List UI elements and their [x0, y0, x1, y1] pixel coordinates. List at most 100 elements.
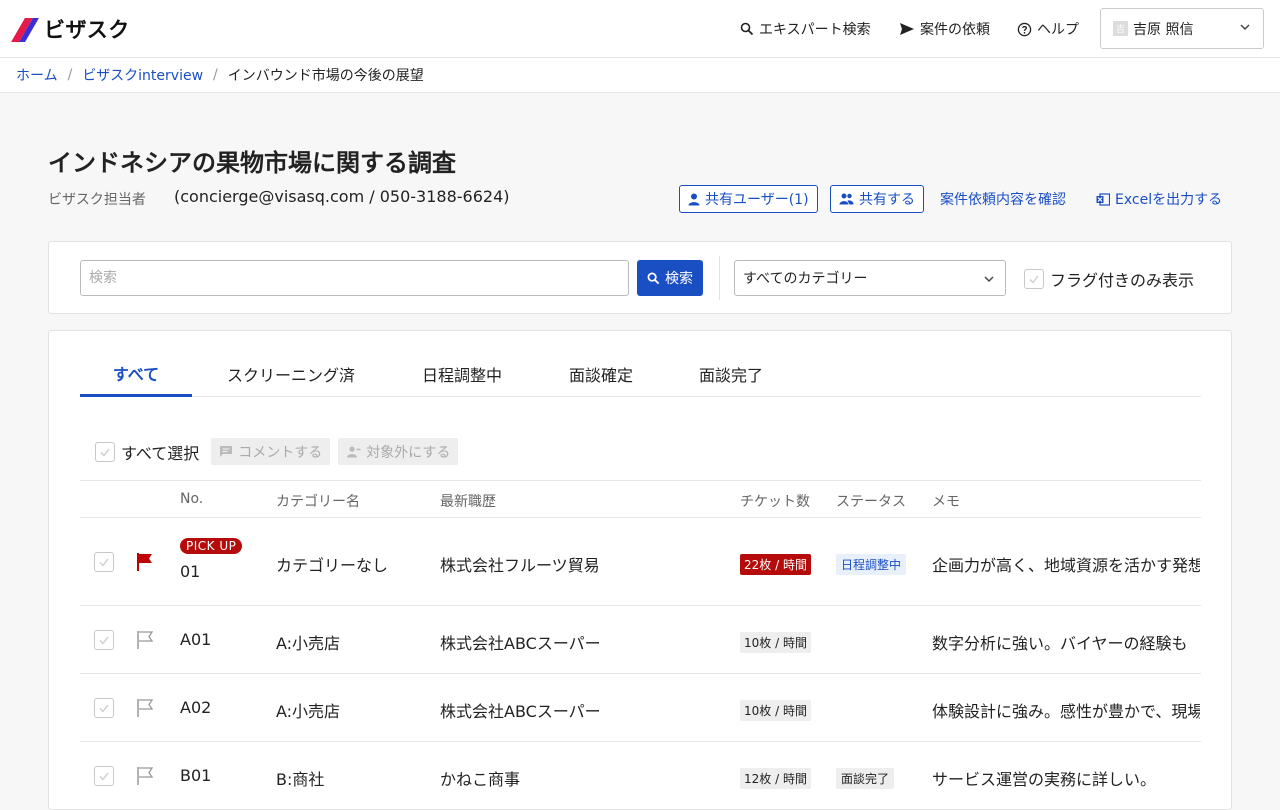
- row-checkbox[interactable]: [94, 630, 114, 650]
- flag-only-label: フラグ付きのみ表示: [1050, 271, 1195, 290]
- row-checkbox[interactable]: [94, 766, 114, 786]
- top-header: ビザスク エキスパート検索 案件の依頼 ヘルプ 吉 吉原 照信: [0, 0, 1280, 58]
- share-label: 共有する: [859, 192, 915, 208]
- ticket-badge: 10枚 / 時間: [740, 700, 811, 721]
- brand-name: ビザスク: [44, 18, 130, 42]
- category-select[interactable]: すべてのカテゴリー: [734, 260, 1006, 296]
- select-all-checkbox[interactable]: [95, 441, 115, 462]
- divider: [719, 256, 720, 300]
- pickup-badge: PICK UP: [180, 538, 243, 554]
- search-button[interactable]: 検索: [637, 260, 703, 296]
- nav-request[interactable]: 案件の依頼: [899, 0, 990, 58]
- shared-users-label: 共有ユーザー(1): [705, 192, 809, 208]
- tab-scheduling[interactable]: 日程調整中: [411, 351, 513, 397]
- export-excel-link[interactable]: Excelを出力する: [1096, 185, 1222, 213]
- check-icon: [100, 448, 110, 457]
- search-icon: [647, 272, 660, 284]
- breadcrumb-section[interactable]: ビザスクinterview: [82, 65, 203, 85]
- chevron-down-icon: [984, 276, 994, 283]
- page-title: インドネシアの果物市場に関する調査: [48, 149, 456, 177]
- ticket-badge: 22枚 / 時間: [740, 554, 811, 575]
- table-row[interactable]: PICK UP 01 カテゴリーなし 株式会社フルーツ貿易 22枚 / 時間 日…: [80, 518, 1201, 606]
- column-memo: メモ: [932, 494, 960, 510]
- row-position: 株式会社フルーツ貿易: [440, 556, 600, 575]
- breadcrumb-current: インバウンド市場の今後の展望: [227, 68, 424, 84]
- nav-request-label: 案件の依頼: [920, 22, 990, 38]
- status-tabs: すべて スクリーニング済 日程調整中 面談確定 面談完了: [80, 351, 1201, 397]
- column-tickets: チケット数: [740, 494, 810, 510]
- row-no: A02: [180, 698, 212, 717]
- bulk-actions: すべて選択 コメントする 対象外にする: [95, 438, 466, 465]
- experts-table: No. カテゴリー名 最新職歴 チケット数 ステータス メモ PICK UP 0…: [80, 480, 1201, 809]
- tab-confirmed[interactable]: 面談確定: [556, 351, 646, 397]
- row-checkbox[interactable]: [94, 552, 114, 572]
- table-row[interactable]: A01 A:小売店 株式会社ABCスーパー 10枚 / 時間 数字分析に強い。バ…: [80, 606, 1201, 674]
- experts-panel: すべて スクリーニング済 日程調整中 面談確定 面談完了 すべて選択 コメントす…: [48, 330, 1232, 810]
- avatar: 吉: [1113, 21, 1128, 36]
- column-position: 最新職歴: [440, 494, 496, 510]
- table-row[interactable]: A02 A:小売店 株式会社ABCスーパー 10枚 / 時間 体験設計に強み。感…: [80, 674, 1201, 742]
- row-memo: 体験設計に強み。感性が豊かで、現場: [932, 702, 1200, 721]
- row-no: B01: [180, 766, 212, 785]
- table-header: No. カテゴリー名 最新職歴 チケット数 ステータス メモ: [80, 480, 1201, 518]
- comment-button[interactable]: コメントする: [211, 438, 331, 465]
- flag-only-checkbox[interactable]: [1024, 269, 1044, 289]
- shared-users-button[interactable]: 共有ユーザー(1): [679, 185, 818, 213]
- check-icon: [99, 558, 109, 567]
- flag-icon[interactable]: [136, 552, 154, 576]
- user-name: 吉原 照信: [1133, 21, 1194, 38]
- flag-outline-icon[interactable]: [136, 698, 154, 722]
- search-panel: 検索 すべてのカテゴリー フラグ付きのみ表示: [48, 241, 1232, 314]
- export-excel-label: Excelを出力する: [1115, 192, 1223, 208]
- share-button[interactable]: 共有する: [830, 185, 924, 213]
- row-memo: サービス運営の実務に詳しい。: [932, 770, 1157, 789]
- nav-help-label: ヘルプ: [1037, 22, 1079, 38]
- search-input[interactable]: [80, 260, 629, 296]
- check-icon: [99, 704, 109, 713]
- check-icon: [99, 772, 109, 781]
- exclude-button[interactable]: 対象外にする: [338, 438, 459, 465]
- column-category: カテゴリー名: [276, 494, 360, 510]
- chevron-down-icon: [1240, 24, 1250, 31]
- ticket-badge: 12枚 / 時間: [740, 768, 811, 789]
- nav-expert-search[interactable]: エキスパート検索: [740, 0, 871, 58]
- confirm-request-label: 案件依頼内容を確認: [940, 192, 1066, 208]
- nav-help[interactable]: ヘルプ: [1017, 0, 1079, 58]
- row-no: A01: [180, 630, 212, 649]
- help-icon: [1017, 22, 1032, 36]
- logo-mark-icon: [11, 18, 40, 42]
- ticket-badge: 10枚 / 時間: [740, 632, 811, 653]
- confirm-request-link[interactable]: 案件依頼内容を確認: [940, 185, 1066, 213]
- flag-only-filter[interactable]: フラグ付きのみ表示: [1024, 267, 1194, 291]
- column-status: ステータス: [836, 494, 906, 510]
- excel-icon: [1096, 192, 1110, 206]
- users-icon: [839, 193, 854, 205]
- flag-outline-icon[interactable]: [136, 766, 154, 790]
- exclude-button-label: 対象外にする: [366, 444, 451, 461]
- status-badge: 面談完了: [836, 768, 895, 789]
- status-badge: 日程調整中: [836, 554, 907, 575]
- breadcrumb: ホーム / ビザスクinterview / インバウンド市場の今後の展望: [0, 58, 1280, 93]
- row-position: 株式会社ABCスーパー: [440, 702, 601, 721]
- breadcrumb-home[interactable]: ホーム: [16, 65, 58, 85]
- row-category: B:商社: [276, 770, 325, 789]
- select-all-label: すべて選択: [121, 443, 200, 463]
- owner-label: ビザスク担当者: [48, 192, 146, 208]
- flag-outline-icon[interactable]: [136, 630, 154, 654]
- user-menu[interactable]: 吉 吉原 照信: [1100, 8, 1264, 49]
- tab-screened[interactable]: スクリーニング済: [215, 351, 367, 397]
- row-checkbox[interactable]: [94, 698, 114, 718]
- nav-expert-search-label: エキスパート検索: [759, 22, 871, 38]
- category-select-value: すべてのカテゴリー: [743, 271, 868, 287]
- column-no: No.: [180, 491, 204, 507]
- row-position: 株式会社ABCスーパー: [440, 634, 601, 653]
- comment-button-label: コメントする: [238, 444, 323, 461]
- row-position: かねこ商事: [440, 770, 521, 789]
- search-icon: [740, 22, 754, 36]
- brand-logo[interactable]: ビザスク: [11, 14, 130, 44]
- tab-all[interactable]: すべて: [80, 351, 192, 397]
- row-memo: 企画力が高く、地域資源を活かす発想: [932, 556, 1200, 575]
- row-category: A:小売店: [276, 634, 341, 653]
- tab-completed[interactable]: 面談完了: [686, 351, 776, 397]
- breadcrumb-separator: /: [67, 67, 73, 83]
